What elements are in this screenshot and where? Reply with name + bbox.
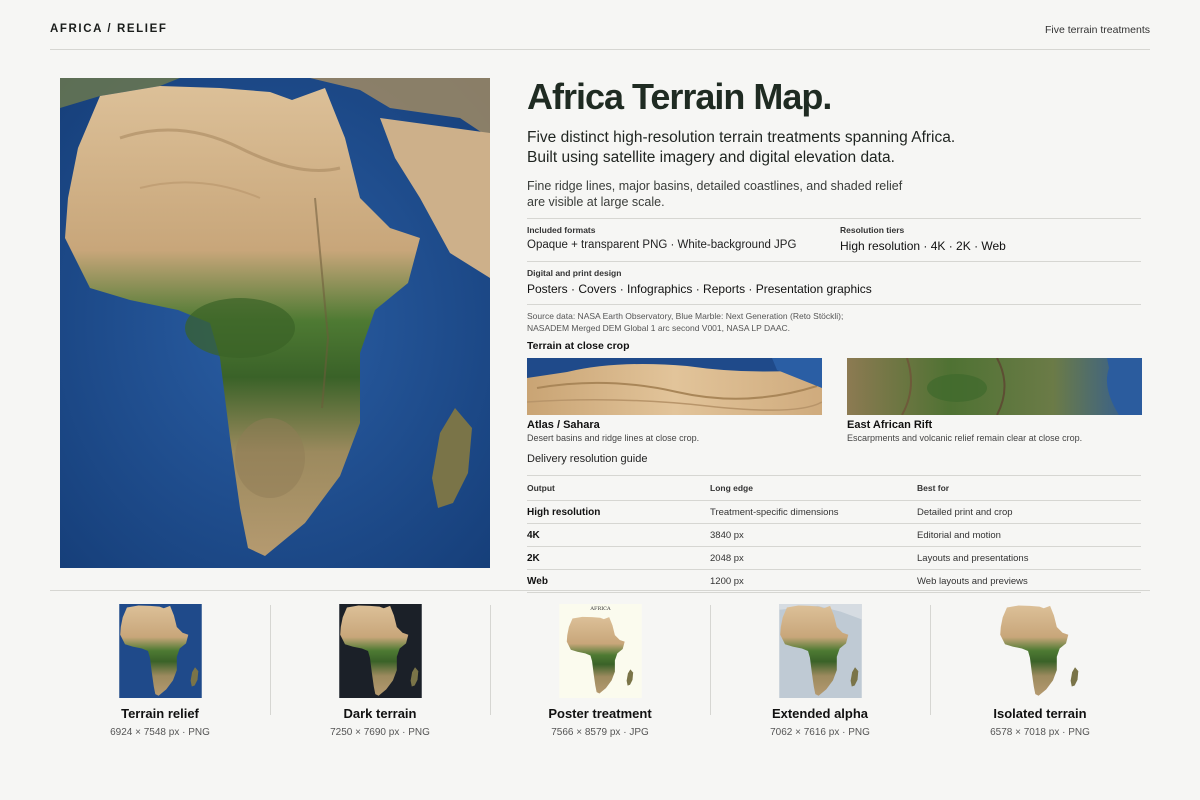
crop-card-atlas-sahara: Atlas / Sahara Desert basins and ridge l… [527,358,822,443]
crop-title: Atlas / Sahara [527,419,600,431]
lead-text: Five distinct high-resolution terrain tr… [527,128,1141,168]
crop-card-east-african-rift: East African Rift Escarpments and volcan… [847,358,1142,443]
thumbnail-dark-terrain [338,604,422,698]
top-bar: AFRICA / RELIEF Five terrain treatments [50,0,1150,50]
table-cell: Treatment-specific dimensions [710,500,917,524]
usage-value: Posters · Covers · Infographics · Report… [527,282,872,296]
table-header: Best for [917,475,1141,501]
crop-title: East African Rift [847,419,933,431]
table-row: High resolution Treatment-specific dimen… [527,500,1141,524]
resolution-label: Resolution tiers [840,225,905,235]
treatment-card-isolated-terrain: Isolated terrain 6578 × 7018 px · PNG [930,591,1150,741]
page-title: Africa Terrain Map. [527,76,832,117]
treatment-title: Dark terrain [343,706,417,721]
treatment-card-extended-alpha: Extended alpha 7062 × 7616 px · PNG [710,591,930,741]
table-cell: 4K [527,523,710,547]
hero-terrain-map-image [60,78,490,568]
table-cell: Detailed print and crop [917,500,1141,524]
closeup-crops: Atlas / Sahara Desert basins and ridge l… [527,358,1142,443]
table-cell: Editorial and motion [917,523,1141,547]
table-header: Output [527,475,710,501]
table-row: 4K 3840 px Editorial and motion [527,523,1141,547]
formats-spec: Included formats Opaque + transparent PN… [527,225,840,261]
source-credit: Source data: NASA Earth Observatory, Blu… [527,304,1141,334]
treatment-meta: 7062 × 7616 px · PNG [770,727,870,738]
treatment-meta: 6924 × 7548 px · PNG [110,727,210,738]
resolution-guide-table: Output Long edge Best for High resolutio… [527,475,1141,593]
header-right-label: Five terrain treatments [1044,24,1150,36]
treatment-title: Extended alpha [771,706,869,721]
crop-image-east-african-rift [847,358,1142,415]
source-line: NASADEM Merged DEM Global 1 arc second V… [527,322,790,333]
formats-value: Opaque + transparent PNG · White-backgro… [527,239,797,251]
lead-line: Five distinct high-resolution terrain tr… [527,129,956,146]
table-row: 2K 2048 px Layouts and presentations [527,546,1141,570]
specs-row: Included formats Opaque + transparent PN… [527,218,1141,261]
crop-description: Desert basins and ridge lines at close c… [527,433,700,443]
table-cell: High resolution [527,500,710,524]
usage-row: Digital and print design Posters · Cover… [527,261,1141,304]
crop-image-atlas-sahara [527,358,822,415]
treatment-meta: 7250 × 7690 px · PNG [330,727,430,738]
thumbnail-isolated-terrain [998,604,1082,698]
brand-label: AFRICA / RELIEF [50,23,168,35]
resolution-value: High resolution · 4K · 2K · Web [840,239,1006,253]
table-header-row: Output Long edge Best for [527,475,1141,501]
table-cell: 2K [527,546,710,570]
treatment-title: Poster treatment [548,706,652,721]
resolution-spec: Resolution tiers High resolution · 4K · … [840,225,1006,261]
description-text: Fine ridge lines, major basins, detailed… [527,178,1141,218]
crop-description: Escarpments and volcanic relief remain c… [847,433,1083,443]
table-cell: Layouts and presentations [917,546,1141,570]
description-line: Fine ridge lines, major basins, detailed… [527,179,903,193]
description-line: are visible at large scale. [527,195,665,209]
closeup-heading: Terrain at close crop [527,340,630,352]
treatment-title: Terrain relief [121,706,199,721]
thumbnail-poster-treatment: AFRICA [558,604,642,698]
usage-label: Digital and print design [527,268,622,278]
table-cell: 3840 px [710,523,917,547]
lead-line: Built using satellite imagery and digita… [527,149,895,166]
treatment-card-terrain-relief: Terrain relief 6924 × 7548 px · PNG [50,591,270,741]
guide-title: Delivery resolution guide [527,453,648,465]
thumbnail-terrain-relief [118,604,202,698]
treatment-title: Isolated terrain [993,706,1087,721]
source-line: Source data: NASA Earth Observatory, Blu… [527,311,844,321]
poster-title-text: AFRICA [589,606,611,612]
treatment-card-dark-terrain: Dark terrain 7250 × 7690 px · PNG [270,591,490,741]
treatment-meta: 6578 × 7018 px · PNG [990,727,1090,738]
table-header: Long edge [710,475,917,501]
treatment-meta: 7566 × 8579 px · JPG [551,727,649,738]
formats-label: Included formats [527,225,596,235]
info-panel: Africa Terrain Map. Five distinct high-r… [527,76,1142,593]
table-cell: 2048 px [710,546,917,570]
thumbnail-extended-alpha [778,604,862,698]
treatment-card-poster-treatment: AFRICA Poster treatment 7566 × 8579 px ·… [490,591,710,741]
treatment-gallery: Terrain relief 6924 × 7548 px · PNG Dark… [50,591,1150,751]
